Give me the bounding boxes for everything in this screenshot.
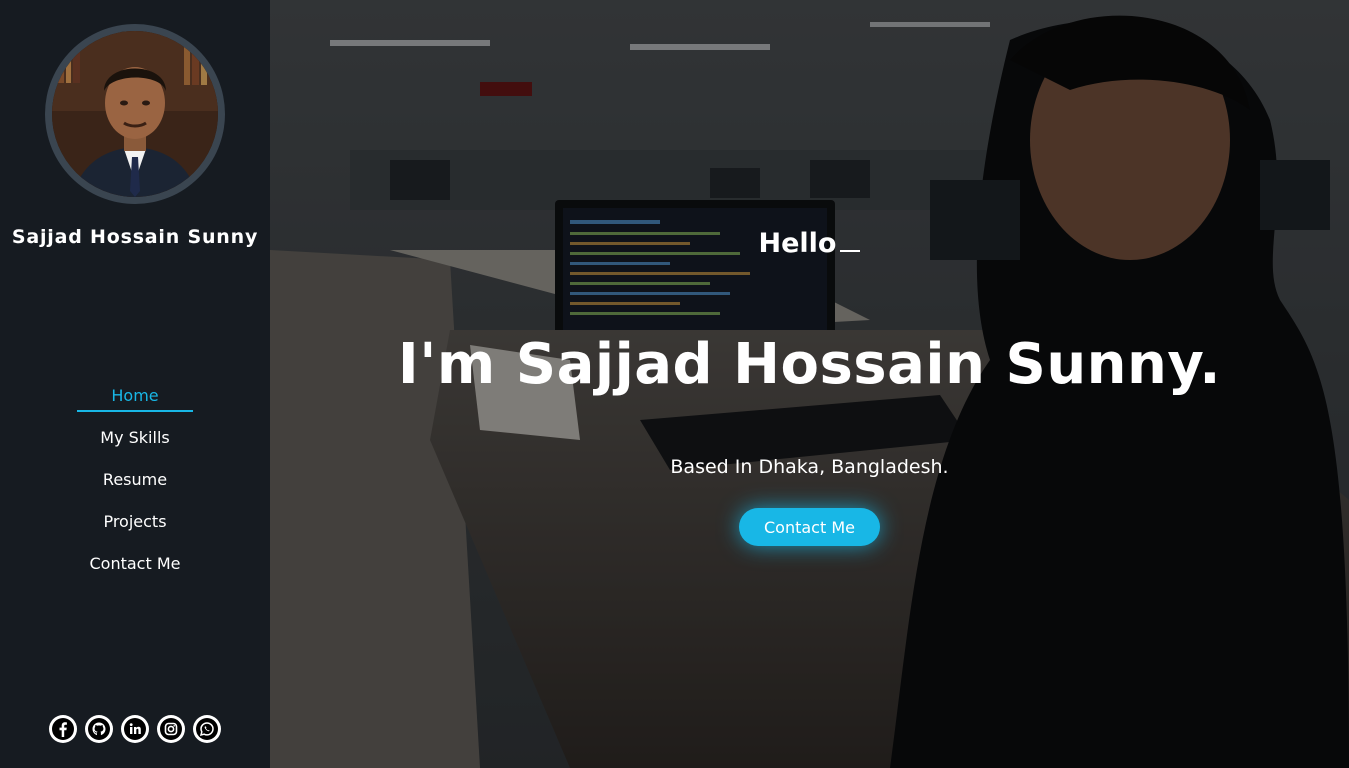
hero-location: Based In Dhaka, Bangladesh. (670, 456, 949, 478)
hero-headline: I'm Sajjad Hossain Sunny. (397, 332, 1222, 397)
nav-link-resume[interactable]: Resume (95, 468, 175, 494)
whatsapp-link[interactable] (193, 715, 221, 743)
github-link[interactable] (85, 715, 113, 743)
avatar-frame (45, 24, 225, 204)
hero-greeting: Hello (270, 228, 1349, 259)
facebook-link[interactable] (49, 715, 77, 743)
avatar (52, 31, 218, 197)
sidebar-nav: Home My Skills Resume Projects Contact M… (0, 384, 270, 594)
sidebar-owner-name: Sajjad Hossain Sunny (11, 226, 259, 248)
contact-me-button[interactable]: Contact Me (739, 508, 880, 546)
nav-item-contact-me: Contact Me (0, 552, 270, 594)
hero-greeting-text: Hello (758, 228, 837, 259)
instagram-link[interactable] (157, 715, 185, 743)
nav-item-resume: Resume (0, 468, 270, 510)
nav-link-my-skills[interactable]: My Skills (92, 426, 177, 452)
sidebar: Sajjad Hossain Sunny Home My Skills Resu… (0, 0, 270, 768)
nav-item-my-skills: My Skills (0, 426, 270, 468)
whatsapp-icon (196, 718, 218, 740)
nav-item-projects: Projects (0, 510, 270, 552)
facebook-icon (52, 718, 74, 740)
linkedin-icon (124, 718, 146, 740)
github-icon (88, 718, 110, 740)
social-links (0, 715, 270, 743)
nav-link-home[interactable]: Home (77, 384, 193, 412)
portfolio-page: Sajjad Hossain Sunny Home My Skills Resu… (0, 0, 1349, 768)
linkedin-link[interactable] (121, 715, 149, 743)
hero-section: Hello I'm Sajjad Hossain Sunny. Based In… (270, 0, 1349, 768)
typing-cursor (840, 250, 861, 252)
nav-item-home: Home (0, 384, 270, 426)
nav-link-contact-me[interactable]: Contact Me (82, 552, 189, 578)
nav-link-projects[interactable]: Projects (95, 510, 174, 536)
instagram-icon (160, 718, 182, 740)
